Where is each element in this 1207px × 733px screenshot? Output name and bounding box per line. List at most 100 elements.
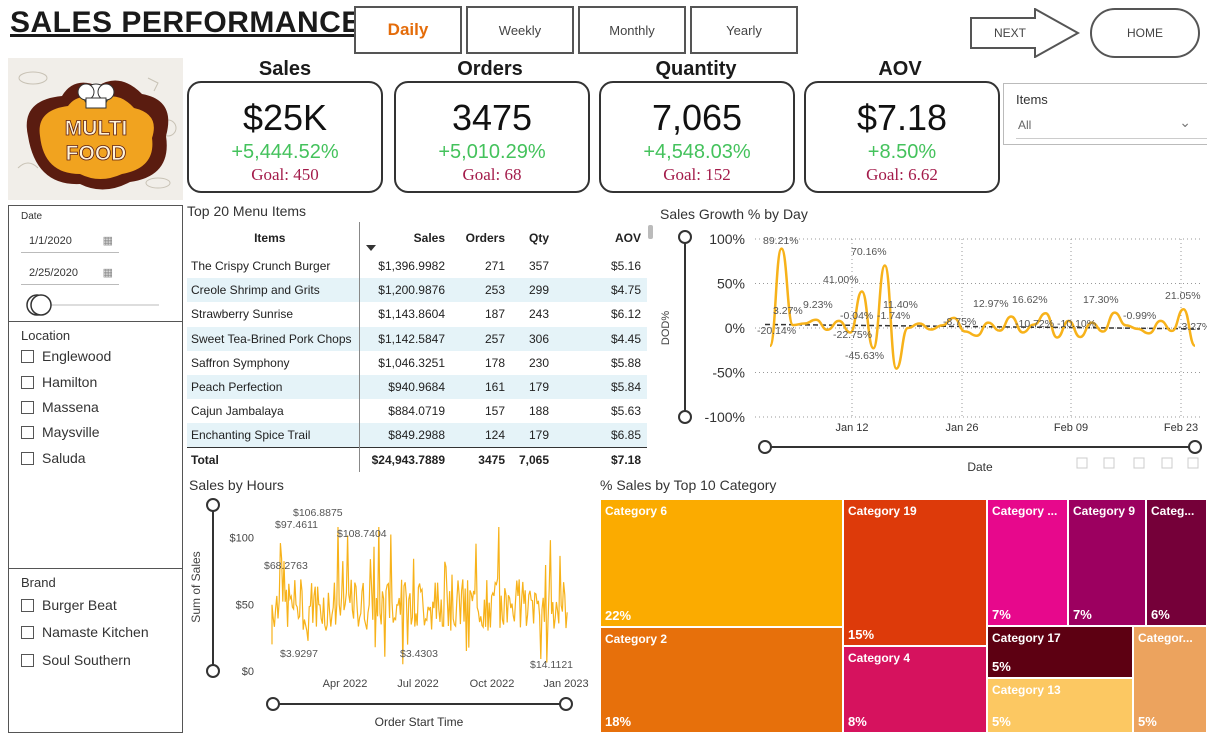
treemap-tile[interactable]: Category 17 5% xyxy=(987,626,1133,678)
table-cell: 157 xyxy=(484,404,505,419)
chevron-down-icon[interactable]: ⌄ xyxy=(1179,114,1191,131)
filter-icon[interactable] xyxy=(1133,457,1145,469)
x-axis-label: Date xyxy=(967,460,993,474)
location-option-hamilton[interactable]: Hamilton xyxy=(21,374,97,390)
date-range-slider[interactable] xyxy=(21,292,171,318)
table-cell: Peach Perfection xyxy=(187,374,360,400)
tile-value: 7% xyxy=(992,607,1011,622)
kpi-orders-title: Orders xyxy=(457,58,523,80)
tab-weekly[interactable]: Weekly xyxy=(466,6,574,54)
slider-handle[interactable] xyxy=(678,230,692,244)
tab-daily[interactable]: Daily xyxy=(354,6,462,54)
checkbox[interactable] xyxy=(21,451,34,465)
treemap-tile[interactable]: Category 13 5% xyxy=(987,678,1133,733)
checkbox[interactable] xyxy=(21,349,34,363)
data-label: -3.27% xyxy=(1178,321,1207,333)
x-tick-label: Apr 2022 xyxy=(323,678,368,690)
y-tick-label: 100% xyxy=(709,231,745,247)
brand-slicer-label: Brand xyxy=(21,575,56,590)
brand-option-soul-southern[interactable]: Soul Southern xyxy=(21,652,131,668)
slider-handle[interactable] xyxy=(559,697,573,711)
focus-mode-icon[interactable] xyxy=(1161,457,1173,469)
data-label: 16.62% xyxy=(1012,294,1048,306)
kpi-goal: Goal: 450 xyxy=(251,165,319,184)
calendar-icon[interactable]: ▦ xyxy=(103,266,113,279)
treemap-tile[interactable]: Categor... 5% xyxy=(1133,626,1207,733)
treemap-tile[interactable]: Category 2 18% xyxy=(600,627,843,733)
tab-yearly[interactable]: Yearly xyxy=(690,6,798,54)
menu-items-table: Items Sales Orders Qty AOV The Crispy Cr… xyxy=(187,222,647,472)
data-label: 17.30% xyxy=(1083,294,1119,306)
treemap-tile[interactable]: Category 6 22% xyxy=(600,499,843,627)
slider-handle[interactable] xyxy=(206,664,220,678)
table-row[interactable]: The Crispy Crunch Burger $1,396.9982 271 35… xyxy=(187,254,647,279)
location-option-massena[interactable]: Massena xyxy=(21,399,99,415)
location-option-maysville[interactable]: Maysville xyxy=(21,424,100,440)
checkbox[interactable] xyxy=(21,400,34,414)
column-header-qty[interactable]: Qty xyxy=(511,222,555,254)
kpi-aov-title: AOV xyxy=(878,58,922,80)
table-row[interactable]: Cajun Jambalaya $884.0719 157 188 $5.63 xyxy=(187,399,647,424)
slider-handle[interactable] xyxy=(206,498,220,512)
column-header-items[interactable]: Items xyxy=(187,222,360,254)
date-slicer-label: Date xyxy=(21,211,43,222)
location-option-saluda[interactable]: Saluda xyxy=(21,450,86,466)
table-cell: $4.45 xyxy=(555,326,647,351)
calendar-icon[interactable]: ▦ xyxy=(103,234,113,247)
slider-handle[interactable] xyxy=(758,440,772,454)
column-header-orders[interactable]: Orders xyxy=(451,222,511,254)
checkbox[interactable] xyxy=(21,375,34,389)
copy-icon[interactable] xyxy=(1103,457,1115,469)
kpi-change: +5,444.52% xyxy=(231,141,339,163)
pin-icon[interactable] xyxy=(1076,457,1088,469)
checkbox[interactable] xyxy=(21,653,34,667)
tile-label: Category ... xyxy=(992,504,1058,518)
table-total-row: Total $24,943.7889 3475 7,065 $7.18 xyxy=(187,446,647,472)
table-row[interactable]: Strawberry Sunrise $1,143.8604 187 243 $6.12 xyxy=(187,302,647,327)
table-row[interactable]: Enchanting Spice Trail $849.2988 124 179 $6.… xyxy=(187,423,647,448)
treemap-tile[interactable]: Category 9 7% xyxy=(1068,499,1146,626)
slider-handle[interactable] xyxy=(678,410,692,424)
table-row[interactable]: Saffron Symphony $1,046.3251 178 230 $5.88 xyxy=(187,350,647,375)
data-label: -20.14% xyxy=(757,325,796,337)
table-row[interactable]: Sweet Tea-Brined Pork Chops $1,142.5847 25… xyxy=(187,326,647,351)
home-button[interactable]: HOME xyxy=(1090,8,1200,58)
tab-monthly[interactable]: Monthly xyxy=(578,6,686,54)
more-options-icon[interactable] xyxy=(1187,457,1199,469)
column-header-aov[interactable]: AOV xyxy=(555,222,647,254)
kpi-change: +4,548.03% xyxy=(643,141,751,163)
checkbox[interactable] xyxy=(21,625,34,639)
table-row[interactable]: Peach Perfection $940.9684 161 179 $5.84 xyxy=(187,374,647,400)
end-date-input[interactable]: 2/25/2020 ▦ xyxy=(21,263,119,285)
sort-descending-icon[interactable] xyxy=(365,244,377,252)
treemap-tile[interactable]: Categ... 6% xyxy=(1146,499,1207,626)
treemap-tile[interactable]: Category 19 15% xyxy=(843,499,987,646)
brand-option-namaste-kitchen[interactable]: Namaste Kitchen xyxy=(21,624,149,640)
slider-handle[interactable] xyxy=(30,294,52,316)
location-option-englewood[interactable]: Englewood xyxy=(21,348,111,364)
location-slicer: Location Englewood Hamilton Massena Mays… xyxy=(8,321,183,569)
table-cell: 306 xyxy=(511,326,555,351)
start-date-input[interactable]: 1/1/2020 ▦ xyxy=(21,231,119,253)
kpi-card-orders: 3475 +5,010.29% Goal: 68 xyxy=(394,81,590,193)
kpi-change: +5,010.29% xyxy=(438,141,546,163)
table-scrollbar[interactable] xyxy=(648,225,653,239)
table-cell: 161 xyxy=(451,374,511,400)
items-slicer[interactable]: Items All ⌄ xyxy=(1003,83,1207,145)
y-axis-label: DOD% xyxy=(660,311,672,345)
brand-option-burger-beat[interactable]: Burger Beat xyxy=(21,597,117,613)
checkbox[interactable] xyxy=(21,598,34,612)
checkbox[interactable] xyxy=(21,425,34,439)
items-dropdown-value[interactable]: All xyxy=(1018,118,1031,132)
slider-handle[interactable] xyxy=(1188,440,1202,454)
slider-handle[interactable] xyxy=(266,697,280,711)
data-label: -22.75% xyxy=(833,329,872,341)
table-total-cell: $7.18 xyxy=(555,446,647,472)
table-cell: $5.88 xyxy=(610,355,641,370)
sales-growth-line-chart: DOD% 100% 50% 0% -50% -100% Jan 12 Jan 26 Feb 09… xyxy=(660,230,1207,474)
treemap-tile[interactable]: Category 4 8% xyxy=(843,646,987,733)
next-button[interactable]: NEXT xyxy=(970,8,1080,58)
data-label: $97.4611 xyxy=(275,519,318,531)
table-row[interactable]: Creole Shrimp and Grits $1,200.9876 253 299… xyxy=(187,278,647,303)
treemap-tile[interactable]: Category ... 7% xyxy=(987,499,1068,626)
